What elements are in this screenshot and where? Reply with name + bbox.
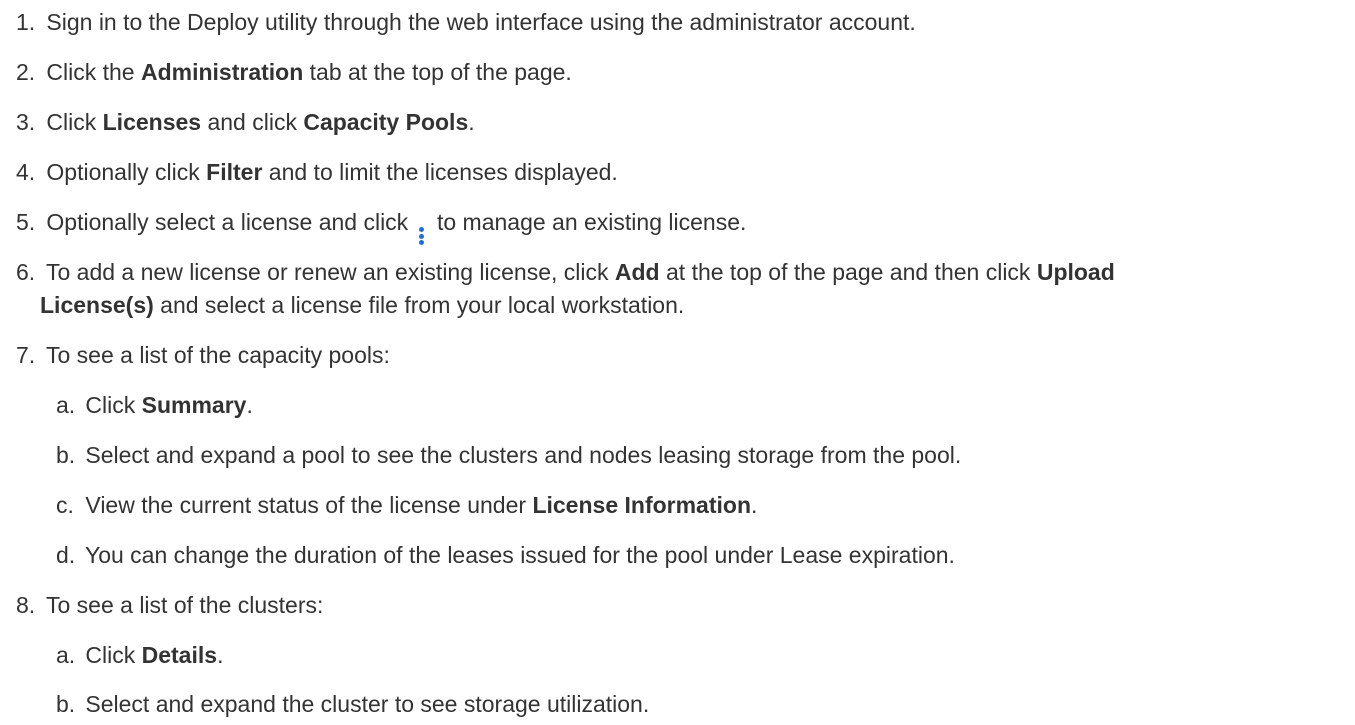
step-text: . (217, 642, 224, 668)
step-text: You can change the duration of the lease… (84, 542, 955, 568)
step-4: 4. Optionally click Filter and to limit … (16, 156, 1347, 189)
substep-letter: c. (56, 492, 74, 518)
step-number: 2. (16, 59, 36, 85)
ui-term-administration: Administration (140, 59, 304, 85)
step-6: 6. To add a new license or renew an exis… (16, 256, 1347, 322)
step-text: To see a list of the capacity pools: (45, 342, 390, 368)
step-text: . (246, 392, 253, 418)
step-text: and to limit the licenses displayed. (262, 159, 618, 185)
step-number: 8. (16, 592, 36, 618)
step-number: 5. (16, 209, 36, 235)
step-2: 2. Click the Administration tab at the t… (16, 56, 1347, 89)
step-number: 3. (16, 109, 36, 135)
ui-term-add: Add (614, 259, 660, 285)
substep-letter: a. (56, 642, 76, 668)
step-5: 5. Optionally select a license and click… (16, 206, 1347, 245)
step-text: Select and expand the cluster to see sto… (85, 691, 650, 717)
ui-term-upload: Upload (1036, 259, 1115, 285)
step-text: tab at the top of the page. (303, 59, 572, 85)
substep-letter: d. (56, 542, 76, 568)
step-7c: c. View the current status of the licens… (56, 489, 1347, 522)
step-text: Select and expand a pool to see the clus… (85, 442, 962, 468)
step-text: . (751, 492, 758, 518)
step-number: 6. (16, 259, 36, 285)
substep-letter: b. (56, 442, 76, 468)
step-3: 3. Click Licenses and click Capacity Poo… (16, 106, 1347, 139)
step-8b: b. Select and expand the cluster to see … (56, 688, 1347, 721)
step-7a: a. Click Summary. (56, 389, 1347, 422)
step-7b: b. Select and expand a pool to see the c… (56, 439, 1347, 472)
step-number: 1. (16, 9, 36, 35)
step-continuation: License(s) and select a license file fro… (16, 289, 1347, 322)
instructions-page: 1. Sign in to the Deploy utility through… (0, 0, 1355, 725)
substep-letter: a. (56, 392, 76, 418)
step-text: Optionally click (46, 159, 207, 185)
ui-term-summary: Summary (141, 392, 247, 418)
step-text: View the current status of the license u… (85, 492, 533, 518)
step-text: to manage an existing license. (430, 209, 747, 235)
step-text: To see a list of the clusters: (45, 592, 324, 618)
step-number: 7. (16, 342, 36, 368)
step-text: and click (201, 109, 304, 135)
step-text: Click the (46, 59, 141, 85)
step-number: 4. (16, 159, 36, 185)
step-8: 8. To see a list of the clusters: (16, 589, 1347, 622)
step-text: Sign in to the Deploy utility through th… (46, 9, 916, 35)
step-7: 7. To see a list of the capacity pools: (16, 339, 1347, 372)
step-text: Click (85, 392, 142, 418)
step-text: To add a new license or renew an existin… (45, 259, 615, 285)
substep-letter: b. (56, 691, 76, 717)
step-7d: d. You can change the duration of the le… (56, 539, 1347, 572)
step-text: and select a license file from your loca… (153, 292, 685, 318)
ui-term-upload-licenses: License(s) (40, 292, 154, 318)
step-1: 1. Sign in to the Deploy utility through… (16, 6, 1347, 39)
step-text: at the top of the page and then click (659, 259, 1037, 285)
step-8a: a. Click Details. (56, 639, 1347, 672)
kebab-menu-icon (417, 227, 427, 245)
step-text: Click (85, 642, 142, 668)
ui-term-license-information: License Information (532, 492, 751, 518)
step-text: Optionally select a license and click (46, 209, 415, 235)
ui-term-licenses: Licenses (102, 109, 202, 135)
step-text: . (468, 109, 475, 135)
ui-term-filter: Filter (206, 159, 263, 185)
ui-term-capacity-pools: Capacity Pools (303, 109, 469, 135)
step-text: Click (46, 109, 103, 135)
ui-term-details: Details (141, 642, 218, 668)
